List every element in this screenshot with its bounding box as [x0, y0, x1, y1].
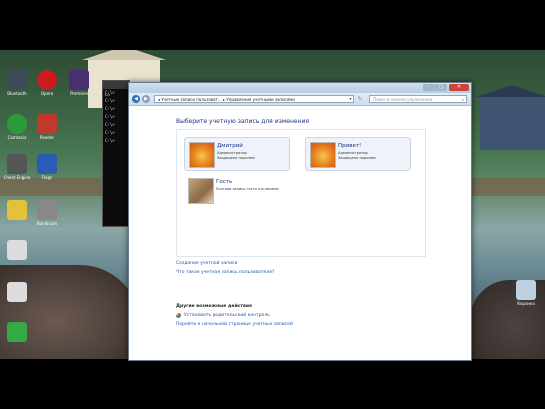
- desktop-icon-camtasia[interactable]: Camtasia: [2, 114, 32, 140]
- desktop-icon-document-1[interactable]: [2, 240, 32, 261]
- bluetooth-icon: [7, 70, 27, 90]
- maximize-button[interactable]: □: [435, 84, 447, 91]
- refresh-icon[interactable]: ↻: [356, 95, 364, 103]
- window-content: Выберите учетную запись для изменения Дм…: [129, 106, 471, 360]
- desktop-icon-cheat-engine[interactable]: Cheat Engine: [2, 154, 32, 180]
- page-heading: Выберите учетную запись для изменения: [176, 118, 310, 125]
- flags-icon: [37, 154, 57, 174]
- user-accounts-window[interactable]: – □ ✕ ◀ ▶ ◂ Учетные записи пользоват... …: [128, 82, 472, 361]
- folder-icon: [7, 200, 27, 220]
- window-titlebar[interactable]: – □ ✕: [129, 83, 471, 93]
- minecraft-icon: [7, 322, 27, 342]
- bottom-letterbox: [0, 359, 545, 409]
- cmd-window[interactable]: Lo C:\> C:\> C:\> C:\> C:\> C:\> C:\>: [102, 80, 130, 227]
- top-letterbox: [0, 0, 545, 50]
- close-button[interactable]: ✕: [449, 84, 469, 91]
- address-bar[interactable]: ◂ Учетные записи пользоват... ▸ Управлен…: [154, 95, 354, 103]
- account-picture: [189, 142, 215, 168]
- desktop-icon-minecraft[interactable]: [2, 322, 32, 343]
- recycle-bin-icon: [516, 280, 536, 300]
- desktop-icon-bandicam[interactable]: Bandicam: [32, 200, 62, 226]
- cheat-engine-icon: [7, 154, 27, 174]
- cmd-titlebar[interactable]: Lo: [103, 81, 129, 97]
- camtasia-icon: [7, 114, 27, 134]
- background-rocks: [0, 265, 140, 359]
- minimize-button[interactable]: –: [423, 84, 435, 91]
- search-placeholder: Поиск в панели управления: [373, 97, 433, 102]
- desktop-icon-reader[interactable]: Reader: [32, 114, 62, 140]
- other-actions-heading: Другие возможные действия: [176, 304, 252, 309]
- document-icon: [7, 240, 27, 260]
- what-is-account-link[interactable]: Что такое учетная запись пользователя?: [176, 270, 274, 275]
- create-account-link[interactable]: Создание учетной записи: [176, 261, 237, 266]
- navigation-bar: ◀ ▶ ◂ Учетные записи пользоват... ▸ Упра…: [129, 93, 471, 106]
- desktop-icon-premiere[interactable]: Premiere: [64, 70, 94, 96]
- account-picture: [310, 142, 336, 168]
- account-tile-dmitry[interactable]: Дмитрий Администратор Защищено паролем: [184, 137, 290, 171]
- bandicam-icon: [37, 200, 57, 220]
- search-input[interactable]: Поиск в панели управления ⌕: [369, 95, 467, 103]
- desktop-icon-document-2[interactable]: [2, 282, 32, 303]
- desktop-icon-recycle-bin[interactable]: Корзина: [511, 280, 541, 306]
- desktop-icon-opera[interactable]: Opera: [32, 70, 62, 96]
- desktop-icon-flags[interactable]: Flags: [32, 154, 62, 180]
- desktop-icon-folder[interactable]: [2, 200, 32, 221]
- shield-icon: [176, 313, 181, 318]
- premiere-icon: [69, 70, 89, 90]
- accounts-home-link[interactable]: Перейти к начальной странице учетных зап…: [176, 322, 293, 327]
- address-dropdown-icon[interactable]: ▾: [347, 95, 354, 103]
- parental-controls-link[interactable]: Установить родительский контроль: [184, 313, 270, 318]
- document-icon: [7, 282, 27, 302]
- account-picture: [188, 178, 214, 204]
- background-house-right: [476, 85, 545, 150]
- back-button[interactable]: ◀: [132, 95, 140, 103]
- account-tile-guest[interactable]: Гость Учетная запись гостя отключена: [184, 174, 288, 206]
- forward-button[interactable]: ▶: [142, 95, 150, 103]
- account-tile-privet[interactable]: Привет! Администратор Защищено паролем: [305, 137, 411, 171]
- reader-icon: [37, 114, 57, 134]
- accounts-panel: Дмитрий Администратор Защищено паролем П…: [176, 129, 426, 257]
- opera-icon: [37, 70, 57, 90]
- search-icon: ⌕: [461, 97, 464, 102]
- desktop-icon-bluetooth[interactable]: Bluetooth: [2, 70, 32, 96]
